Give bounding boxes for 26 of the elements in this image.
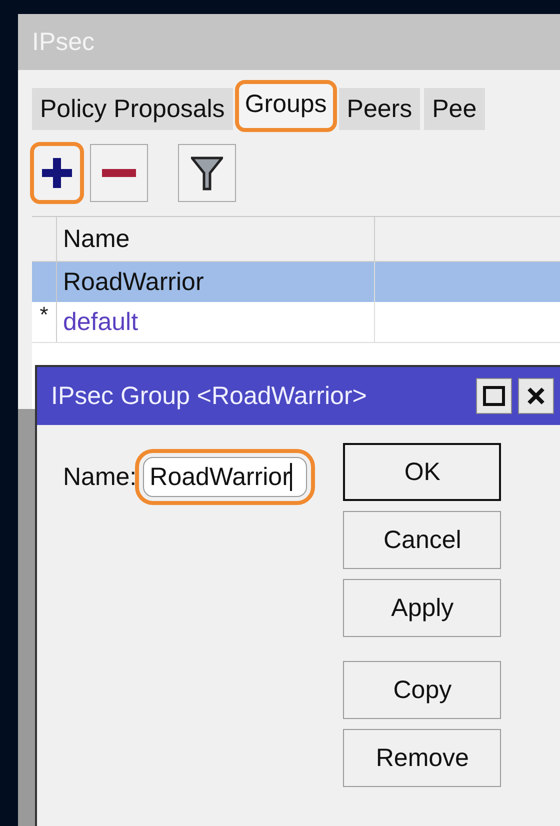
- tab[interactable]: Groups: [236, 82, 335, 130]
- close-button[interactable]: [518, 378, 554, 414]
- add-button[interactable]: [32, 144, 82, 202]
- field-label: Name:: [63, 462, 137, 492]
- table-row[interactable]: * default: [32, 302, 560, 342]
- tab[interactable]: Peers: [338, 88, 420, 130]
- dialog-button[interactable]: OK: [343, 443, 502, 501]
- maximize-icon: [483, 386, 505, 406]
- dialog-button[interactable]: Remove: [343, 729, 502, 787]
- tab[interactable]: Policy Proposals: [32, 88, 233, 130]
- close-icon: [526, 386, 546, 406]
- dialog-title: IPsec Group <RoadWarrior>: [51, 382, 368, 410]
- dialog-button[interactable]: Copy: [343, 661, 502, 719]
- plus-icon: [39, 155, 75, 191]
- table-row[interactable]: RoadWarrior: [32, 262, 560, 302]
- remove-button[interactable]: [90, 144, 148, 202]
- dialog-button[interactable]: Cancel: [343, 511, 502, 569]
- minus-icon: [102, 167, 136, 179]
- filter-icon: [191, 155, 223, 191]
- default-marker: *: [40, 302, 48, 329]
- dialog-button[interactable]: Apply: [343, 579, 502, 637]
- table-cell: default: [57, 302, 375, 342]
- tab[interactable]: Pee: [424, 88, 485, 130]
- filter-button[interactable]: [178, 144, 236, 202]
- maximize-button[interactable]: [476, 378, 512, 414]
- table-cell: RoadWarrior: [57, 262, 375, 302]
